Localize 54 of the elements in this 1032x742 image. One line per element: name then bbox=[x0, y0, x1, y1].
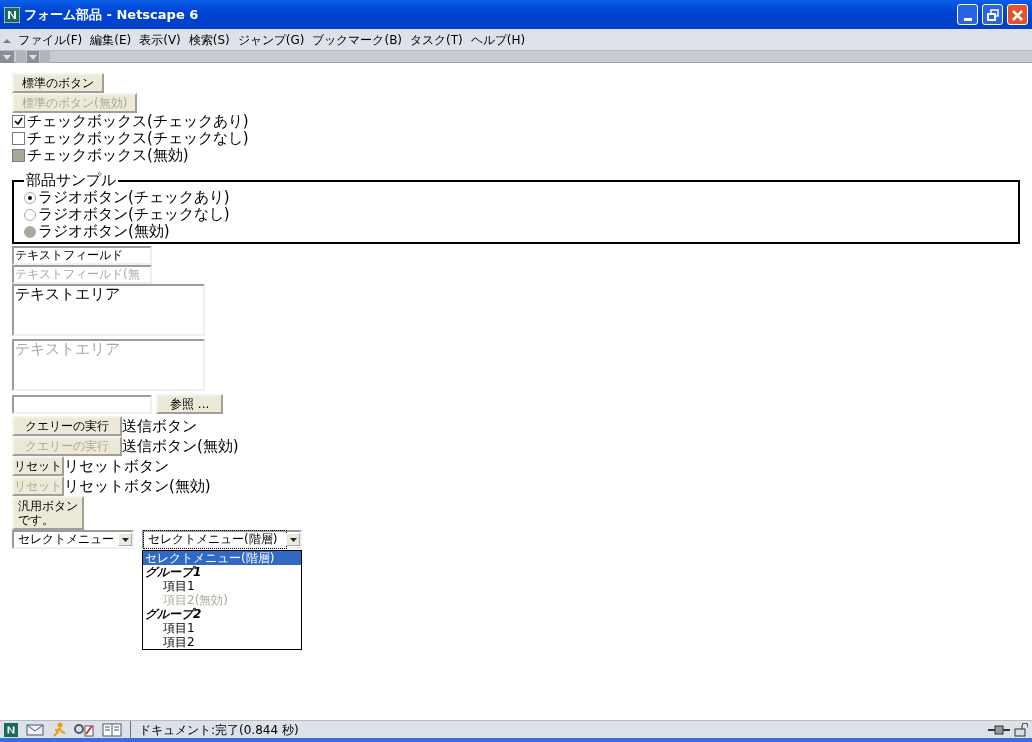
group-legend: 部品サンプル bbox=[24, 172, 118, 189]
pen-and-paper-icon[interactable] bbox=[74, 722, 94, 737]
push-button[interactable]: 標準のボタン bbox=[12, 73, 104, 93]
dropdown-option[interactable]: セレクトメニュー(階層) bbox=[143, 551, 301, 565]
option-group-label: グループ2 bbox=[144, 607, 203, 621]
connection-icon[interactable] bbox=[988, 723, 1010, 736]
menu-item[interactable]: 編集(E) bbox=[86, 30, 136, 49]
address-book-icon[interactable] bbox=[102, 722, 122, 737]
radio-label: ラジオボタン(チェックなし) bbox=[38, 206, 230, 223]
minimize-button[interactable] bbox=[957, 4, 978, 25]
checkbox[interactable] bbox=[12, 132, 25, 145]
file-path-field[interactable] bbox=[12, 394, 152, 414]
checkbox[interactable] bbox=[12, 115, 25, 128]
close-button[interactable] bbox=[1007, 4, 1028, 25]
radio-button[interactable] bbox=[24, 191, 36, 204]
button-caption: 送信ボタン(無効) bbox=[122, 437, 239, 455]
checkbox-label: チェックボックス(チェックなし) bbox=[27, 130, 249, 147]
button-caption: リセットボタン bbox=[64, 457, 169, 475]
button-caption: リセットボタン(無効) bbox=[64, 477, 211, 495]
app-logo-icon[interactable] bbox=[4, 722, 18, 737]
menu-item[interactable]: ファイル(F) bbox=[14, 30, 87, 49]
restore-button[interactable] bbox=[982, 4, 1003, 25]
dropdown-option[interactable]: 項目1 bbox=[143, 621, 301, 635]
menu-item[interactable]: 検索(S) bbox=[184, 30, 234, 49]
text-area[interactable]: テキストエリア bbox=[12, 284, 205, 336]
menu-item[interactable]: ヘルプ(H) bbox=[466, 30, 530, 49]
mail-icon[interactable] bbox=[26, 722, 44, 737]
select-menu[interactable]: セレクトメニュー(階層) bbox=[142, 530, 302, 549]
checkbox-label: チェックボックス(無効) bbox=[27, 147, 189, 164]
padlock-icon[interactable] bbox=[1014, 722, 1028, 737]
dropdown-option[interactable]: 項目1 bbox=[143, 579, 301, 593]
push-button[interactable]: クエリーの実行 bbox=[12, 416, 122, 436]
menu-item[interactable]: タスク(T) bbox=[406, 30, 467, 49]
status-text: ドキュメント:完了(0.844 秒) bbox=[130, 720, 299, 739]
radio-dot-icon bbox=[28, 195, 32, 200]
button-caption: 送信ボタン bbox=[122, 417, 197, 435]
radio-label: ラジオボタン(チェックあり) bbox=[38, 189, 230, 206]
browse-button[interactable]: 参照 ... bbox=[156, 394, 224, 414]
dropdown-option[interactable]: 項目2 bbox=[143, 635, 301, 649]
select-menu[interactable]: セレクトメニュー bbox=[12, 530, 134, 549]
menu-item[interactable]: ジャンプ(G) bbox=[233, 30, 309, 49]
push-button[interactable]: リセット bbox=[12, 456, 64, 476]
menu-item[interactable]: 表示(V) bbox=[135, 30, 185, 49]
app-logo-icon bbox=[4, 6, 20, 23]
window-title: フォーム部品 - Netscape 6 bbox=[24, 5, 199, 24]
toolbar-grip-icon[interactable] bbox=[0, 50, 50, 63]
radio-label: ラジオボタン(無効) bbox=[38, 223, 170, 240]
menu-item[interactable]: ブックマーク(B) bbox=[308, 30, 407, 49]
option-group-label: グループ1 bbox=[144, 565, 203, 579]
text-field[interactable]: テキストフィールド bbox=[12, 246, 152, 265]
push-button[interactable]: 汎用ボタン です。 bbox=[12, 496, 84, 530]
minimize-icon bbox=[963, 18, 972, 21]
radio-button[interactable] bbox=[24, 208, 36, 221]
checkbox-label: チェックボックス(チェックあり) bbox=[27, 113, 249, 130]
